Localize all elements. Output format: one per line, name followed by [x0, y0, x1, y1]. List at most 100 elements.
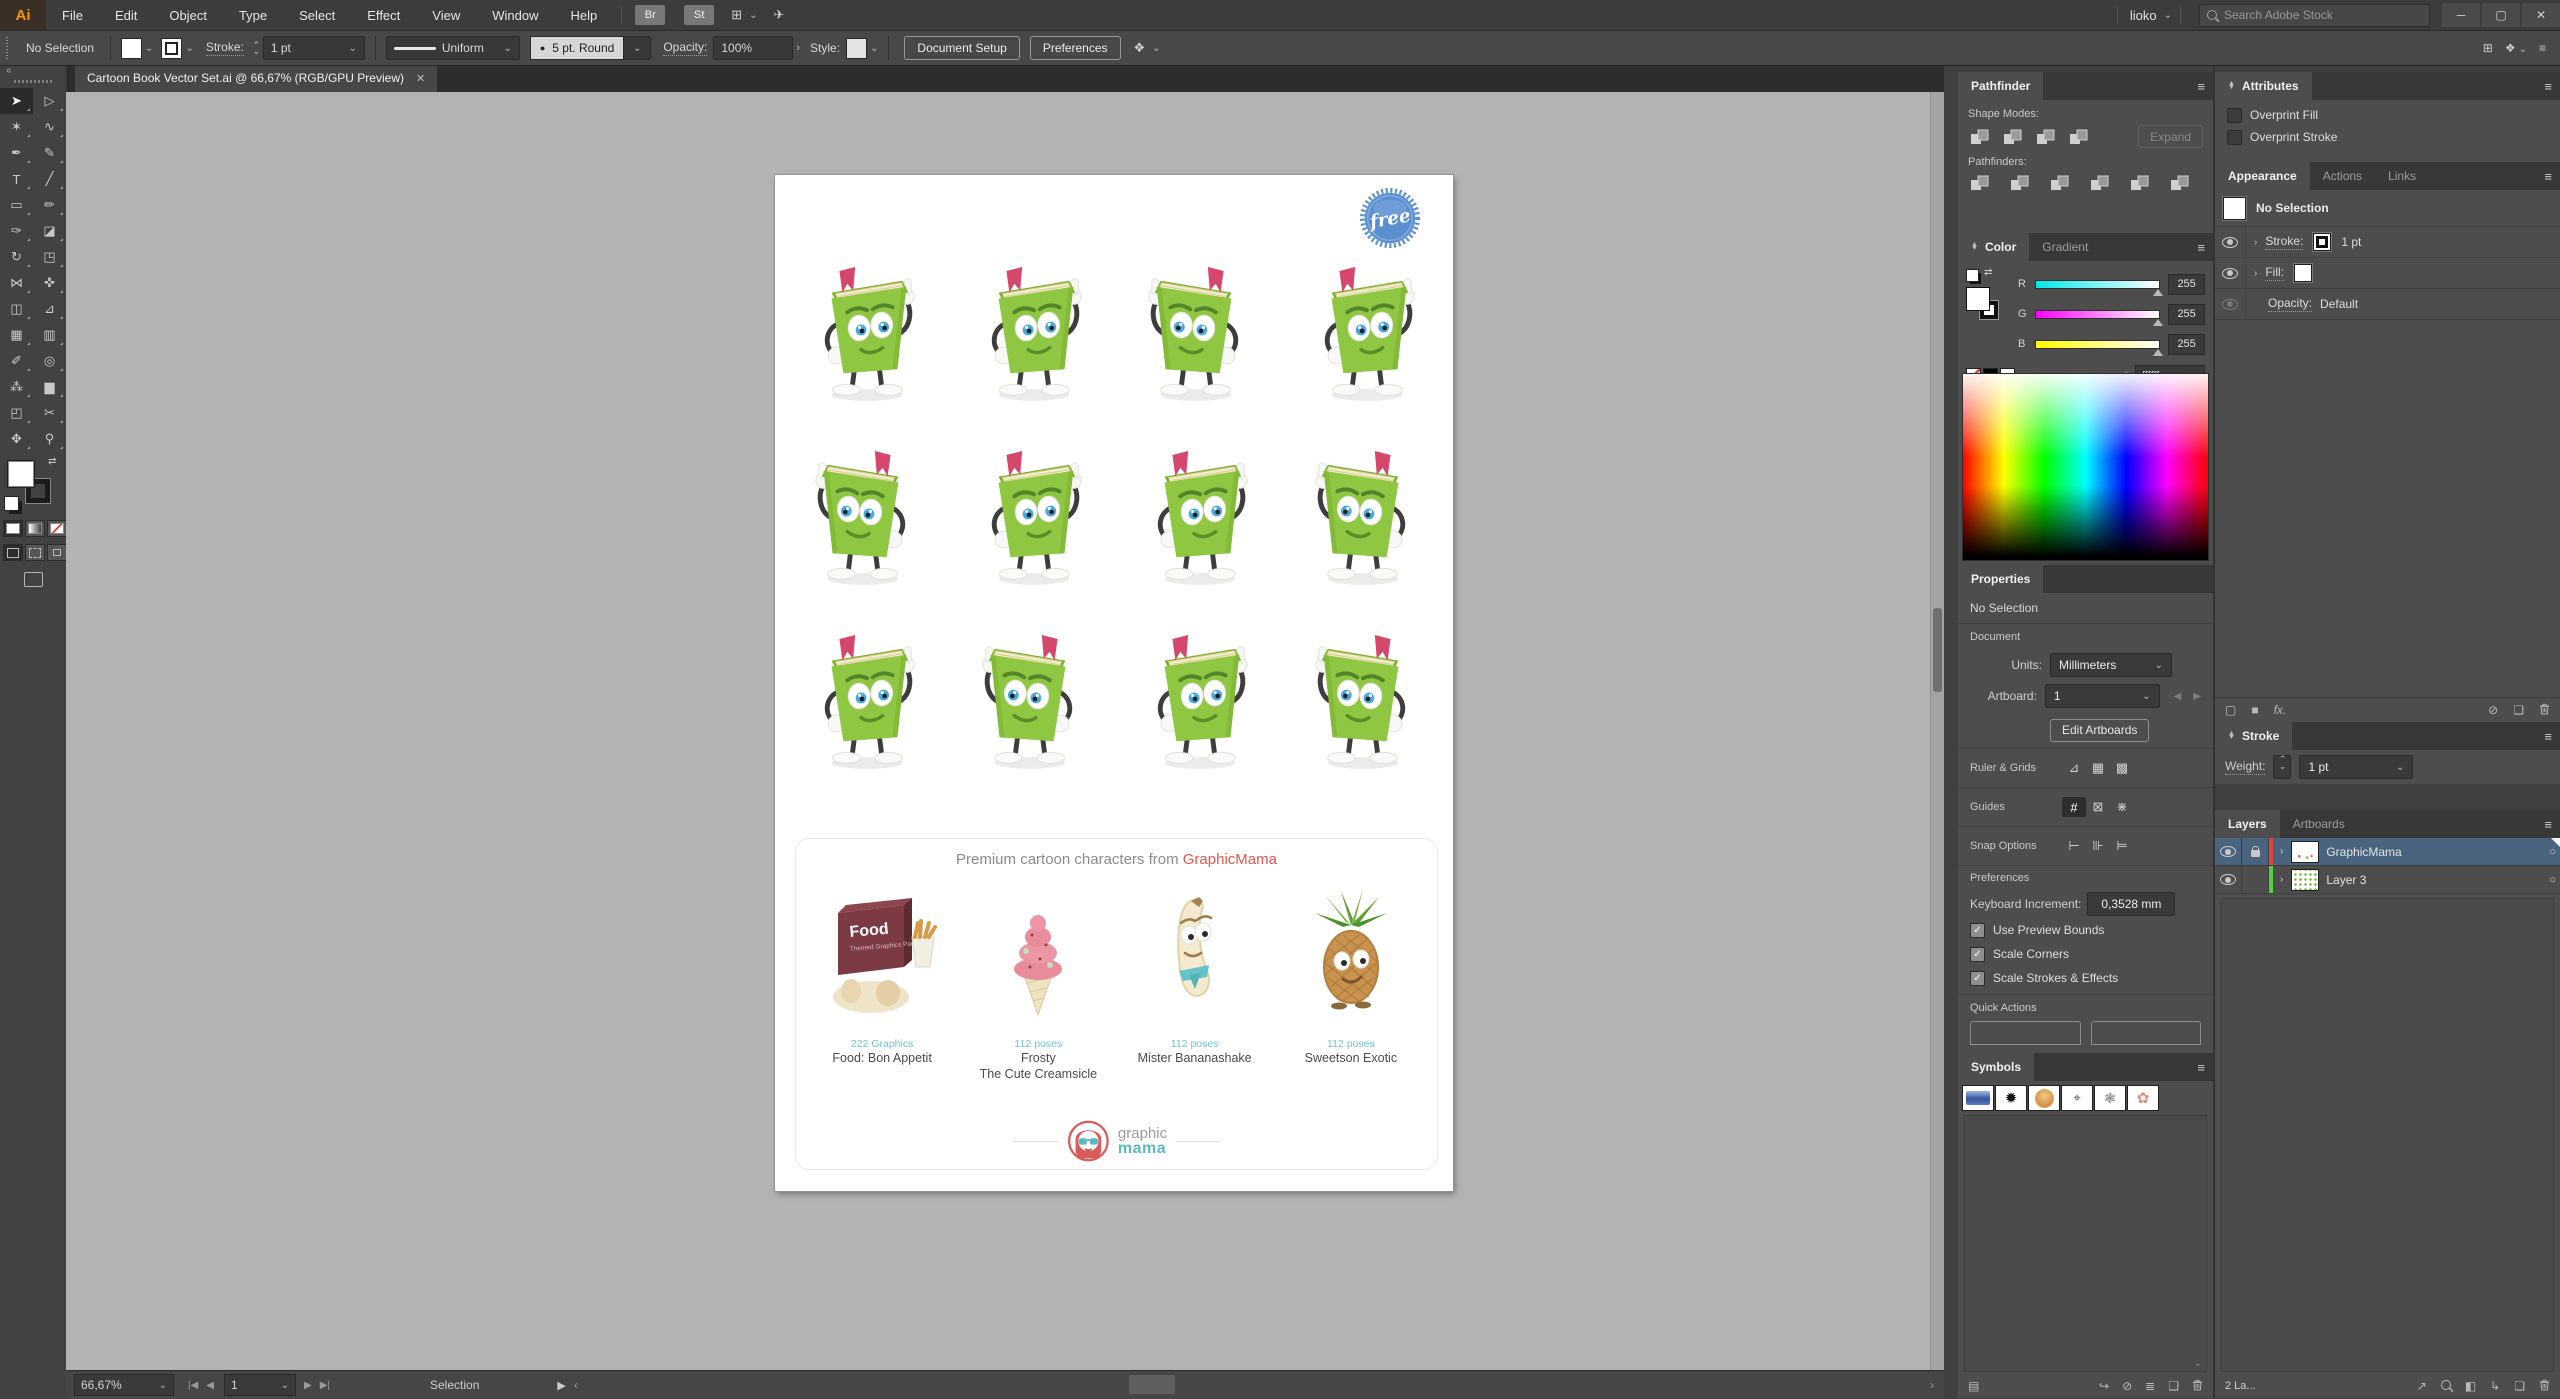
- symbol-swirl-swatch[interactable]: ❃: [2094, 1085, 2126, 1111]
- book-character[interactable]: [1139, 621, 1257, 771]
- chevron-down-icon[interactable]: ⌄: [185, 43, 193, 54]
- r-slider-handle[interactable]: [2153, 288, 2164, 296]
- menu-object[interactable]: Object: [153, 0, 223, 30]
- menu-edit[interactable]: Edit: [99, 0, 153, 30]
- symbol-orange-orb-swatch[interactable]: [2028, 1085, 2060, 1111]
- pen-tool[interactable]: ✒: [0, 140, 33, 166]
- artboard-tool[interactable]: ◰: [0, 400, 33, 426]
- artboard-dropdown[interactable]: 1 ⌄: [2044, 684, 2160, 708]
- stroke-color-swatch[interactable]: [2313, 233, 2332, 251]
- status-flyout-icon[interactable]: ▶: [557, 1379, 565, 1392]
- scale-corners-checkbox[interactable]: ✓: [1970, 946, 1985, 962]
- panel-list-icon[interactable]: ≡: [2539, 41, 2546, 55]
- blend-tool[interactable]: ◎: [33, 348, 66, 374]
- close-button[interactable]: ✕: [2522, 3, 2560, 27]
- duplicate-item-icon[interactable]: ❏: [2513, 703, 2524, 717]
- chevron-down-icon[interactable]: ⌄: [2164, 10, 2172, 21]
- trim-button[interactable]: [2008, 173, 2032, 193]
- last-artboard-icon[interactable]: ▶|: [320, 1380, 330, 1391]
- expand-row-icon[interactable]: ›: [2254, 237, 2257, 248]
- draw-normal-button[interactable]: [3, 544, 23, 561]
- stock-search-input[interactable]: Search Adobe Stock: [2199, 3, 2430, 27]
- eyedropper-tool[interactable]: ✐: [0, 348, 33, 374]
- tab-artboards[interactable]: Artboards: [2280, 810, 2358, 838]
- g-slider[interactable]: [2034, 309, 2164, 326]
- place-symbol-icon[interactable]: ↪: [2099, 1379, 2109, 1393]
- panel-drag-handle[interactable]: [6, 37, 8, 59]
- gpu-performance-icon[interactable]: ✈: [774, 7, 785, 23]
- free-badge[interactable]: free: [1359, 187, 1421, 249]
- tab-pathfinder[interactable]: Pathfinder: [1958, 72, 2044, 100]
- minimize-button[interactable]: ─: [2442, 3, 2480, 27]
- book-character[interactable]: [1139, 253, 1257, 403]
- menu-select[interactable]: Select: [283, 0, 351, 30]
- chevron-down-icon[interactable]: ⌄: [145, 43, 153, 54]
- variable-width-dropdown[interactable]: Uniform ⌄: [385, 36, 520, 60]
- expand-layer-icon[interactable]: ›: [2280, 846, 2283, 857]
- keyboard-increment-field[interactable]: 0,3528 mm: [2087, 892, 2176, 916]
- edit-artboards-button[interactable]: Edit Artboards: [2050, 718, 2150, 742]
- visibility-toggle-icon[interactable]: [2222, 236, 2238, 248]
- document-tab[interactable]: Cartoon Book Vector Set.ai @ 66,67% (RGB…: [75, 64, 438, 92]
- b-slider[interactable]: [2034, 339, 2164, 356]
- menu-effect[interactable]: Effect: [351, 0, 416, 30]
- menu-type[interactable]: Type: [223, 0, 283, 30]
- snap-to-pixel-icon[interactable]: ⊪: [2086, 836, 2110, 856]
- r-value-field[interactable]: 255: [2168, 273, 2206, 295]
- layer-name[interactable]: GraphicMama: [2326, 845, 2401, 859]
- restore-button[interactable]: ▢: [2482, 3, 2520, 27]
- eraser-tool[interactable]: ◪: [33, 218, 66, 244]
- unite-button[interactable]: [1968, 127, 1992, 147]
- appearance-opacity-label[interactable]: Opacity:: [2268, 296, 2313, 312]
- chevron-down-icon[interactable]: ⌄: [1152, 43, 1160, 54]
- tab-appearance[interactable]: Appearance: [2215, 162, 2310, 190]
- tab-color[interactable]: ▲ ▼ Color: [1958, 233, 2030, 261]
- next-artboard-icon[interactable]: ▶: [2193, 691, 2201, 702]
- b-slider-handle[interactable]: [2153, 348, 2164, 356]
- book-character[interactable]: [806, 437, 924, 587]
- layer-row-layer3[interactable]: › Layer 3 ○: [2215, 866, 2560, 894]
- product-bananashake[interactable]: 112 poses Mister Bananashake: [1120, 879, 1270, 1083]
- stroke-weight-label[interactable]: Stroke:: [205, 40, 244, 56]
- stroke-weight-stepper[interactable]: ⌃ ⌄: [250, 41, 263, 56]
- new-sublayer-icon[interactable]: ↳: [2490, 1379, 2500, 1393]
- symbol-sprayer-tool[interactable]: ⁂: [0, 374, 33, 400]
- weight-dropdown[interactable]: 1 pt ⌄: [2299, 755, 2414, 779]
- product-sweetson[interactable]: 112 poses Sweetson Exotic: [1276, 879, 1426, 1083]
- book-character[interactable]: [1306, 253, 1424, 403]
- previous-artboard-icon[interactable]: ◀: [2174, 691, 2182, 702]
- tab-stroke[interactable]: ▲ ▼ Stroke: [2215, 722, 2293, 750]
- tab-symbols[interactable]: Symbols: [1958, 1053, 2035, 1081]
- intersect-button[interactable]: [2034, 127, 2058, 147]
- book-character[interactable]: [1306, 437, 1424, 587]
- artboard-navigation-dropdown[interactable]: 1 ⌄: [224, 1374, 296, 1396]
- arrange-documents-icon[interactable]: ⊞: [731, 7, 742, 23]
- overprint-fill-checkbox[interactable]: [2227, 107, 2242, 123]
- horizontal-scrollbar-thumb[interactable]: [1129, 1375, 1175, 1394]
- fill-swatch[interactable]: [7, 460, 35, 488]
- weight-label[interactable]: Weight:: [2225, 759, 2266, 775]
- layer-thumbnail[interactable]: [2291, 868, 2320, 891]
- layer-visibility-icon[interactable]: [2220, 874, 2236, 885]
- zoom-tool[interactable]: ⚲: [33, 426, 66, 452]
- layer-thumbnail[interactable]: [2291, 840, 2320, 863]
- visibility-toggle-icon[interactable]: [2222, 298, 2238, 310]
- add-new-fill-icon[interactable]: ■: [2251, 703, 2258, 717]
- panel-menu-icon[interactable]: ≡: [2544, 810, 2552, 838]
- stock-button[interactable]: St: [684, 5, 715, 25]
- collect-for-export-icon[interactable]: ↗: [2417, 1379, 2427, 1393]
- brush-definition-dropdown[interactable]: ● 5 pt. Round: [529, 36, 625, 60]
- show-guides-icon[interactable]: #: [2062, 797, 2086, 817]
- menu-window[interactable]: Window: [476, 0, 554, 30]
- fill-color-swatch[interactable]: [121, 37, 143, 59]
- draw-inside-button[interactable]: [47, 544, 67, 561]
- graphic-style-swatch[interactable]: [846, 37, 868, 59]
- panel-menu-icon[interactable]: ≡: [2544, 722, 2552, 750]
- zoom-level-dropdown[interactable]: 66,67% ⌄: [74, 1374, 174, 1396]
- chevron-down-icon[interactable]: ⌄: [749, 10, 757, 21]
- toolbar-drag-handle[interactable]: [14, 80, 52, 83]
- minus-back-button[interactable]: [2168, 173, 2192, 193]
- add-new-stroke-icon[interactable]: ▢: [2225, 703, 2236, 717]
- menu-file[interactable]: File: [46, 0, 99, 30]
- shape-builder-tool[interactable]: ◫: [0, 296, 33, 322]
